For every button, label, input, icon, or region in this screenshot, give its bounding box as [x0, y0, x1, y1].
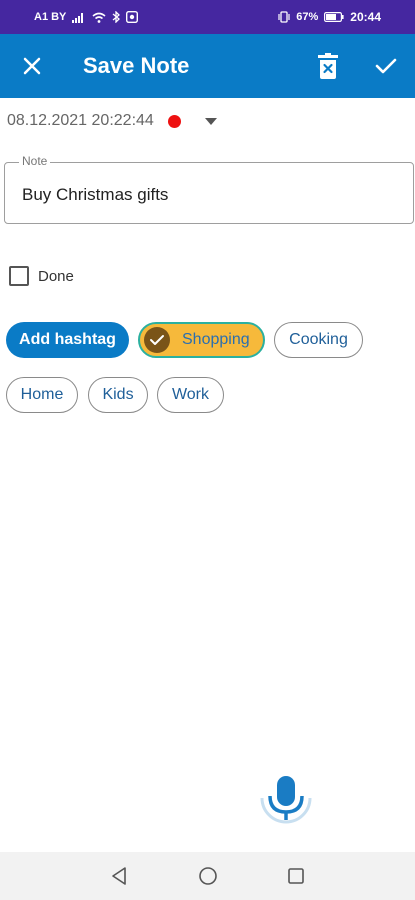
carrier-label: A1 BY	[34, 11, 67, 23]
microphone-icon	[260, 776, 312, 824]
status-bar: A1 BY 67% 20:44	[0, 0, 415, 34]
voice-input-button[interactable]	[256, 768, 316, 828]
check-icon	[375, 58, 397, 74]
done-checkbox[interactable]	[9, 266, 29, 286]
hashtag-chip-shopping[interactable]: Shopping	[138, 322, 265, 358]
priority-dot-icon	[167, 114, 181, 128]
save-check-button[interactable]	[368, 48, 404, 84]
nav-home-button[interactable]	[196, 864, 220, 888]
close-button[interactable]	[14, 48, 50, 84]
nav-back-button[interactable]	[107, 864, 131, 888]
wifi-icon	[92, 12, 106, 23]
hashtag-label: Work	[171, 386, 210, 403]
app-bar: Save Note	[0, 34, 415, 98]
bluetooth-icon	[112, 11, 121, 23]
home-circle-icon	[199, 867, 217, 885]
nfc-icon	[126, 11, 139, 23]
battery-icon	[324, 12, 344, 22]
signal-icon	[72, 12, 86, 23]
status-bar-right: 67% 20:44	[278, 10, 381, 24]
hashtag-chip-kids[interactable]: Kids	[88, 377, 148, 413]
system-nav-bar	[0, 852, 415, 900]
hashtag-label: Home	[20, 386, 64, 403]
done-row[interactable]: Done	[9, 266, 74, 286]
hashtag-label: Shopping	[182, 331, 250, 348]
status-bar-left: A1 BY	[34, 11, 139, 23]
close-icon	[23, 57, 41, 75]
hashtag-label: Cooking	[289, 331, 348, 348]
nav-recents-button[interactable]	[284, 864, 308, 888]
back-triangle-icon	[112, 867, 126, 885]
date-row: 08.12.2021 20:22:44	[7, 108, 181, 134]
add-hashtag-button[interactable]: Add hashtag	[6, 322, 129, 358]
priority-dropdown[interactable]	[205, 113, 217, 125]
note-field[interactable]: Note Buy Christmas gifts	[4, 154, 414, 224]
checkmark-icon	[144, 327, 170, 353]
page-title: Save Note	[83, 53, 190, 78]
add-hashtag-label: Add hashtag	[19, 331, 116, 348]
note-datetime[interactable]: 08.12.2021 20:22:44	[7, 112, 154, 130]
note-field-label: Note	[19, 154, 51, 168]
battery-percent: 67%	[296, 11, 319, 23]
done-label: Done	[38, 267, 74, 285]
dropdown-arrow-icon	[205, 118, 217, 125]
hashtag-label: Kids	[102, 386, 134, 403]
delete-button[interactable]	[310, 48, 346, 84]
vibrate-icon	[278, 11, 290, 23]
recents-square-icon	[288, 868, 304, 884]
hashtag-chip-work[interactable]: Work	[157, 377, 224, 413]
note-text-value[interactable]: Buy Christmas gifts	[22, 185, 168, 205]
hashtag-chip-home[interactable]: Home	[6, 377, 78, 413]
hashtag-chip-cooking[interactable]: Cooking	[274, 322, 363, 358]
delete-icon	[318, 53, 338, 79]
clock-time: 20:44	[350, 10, 381, 24]
